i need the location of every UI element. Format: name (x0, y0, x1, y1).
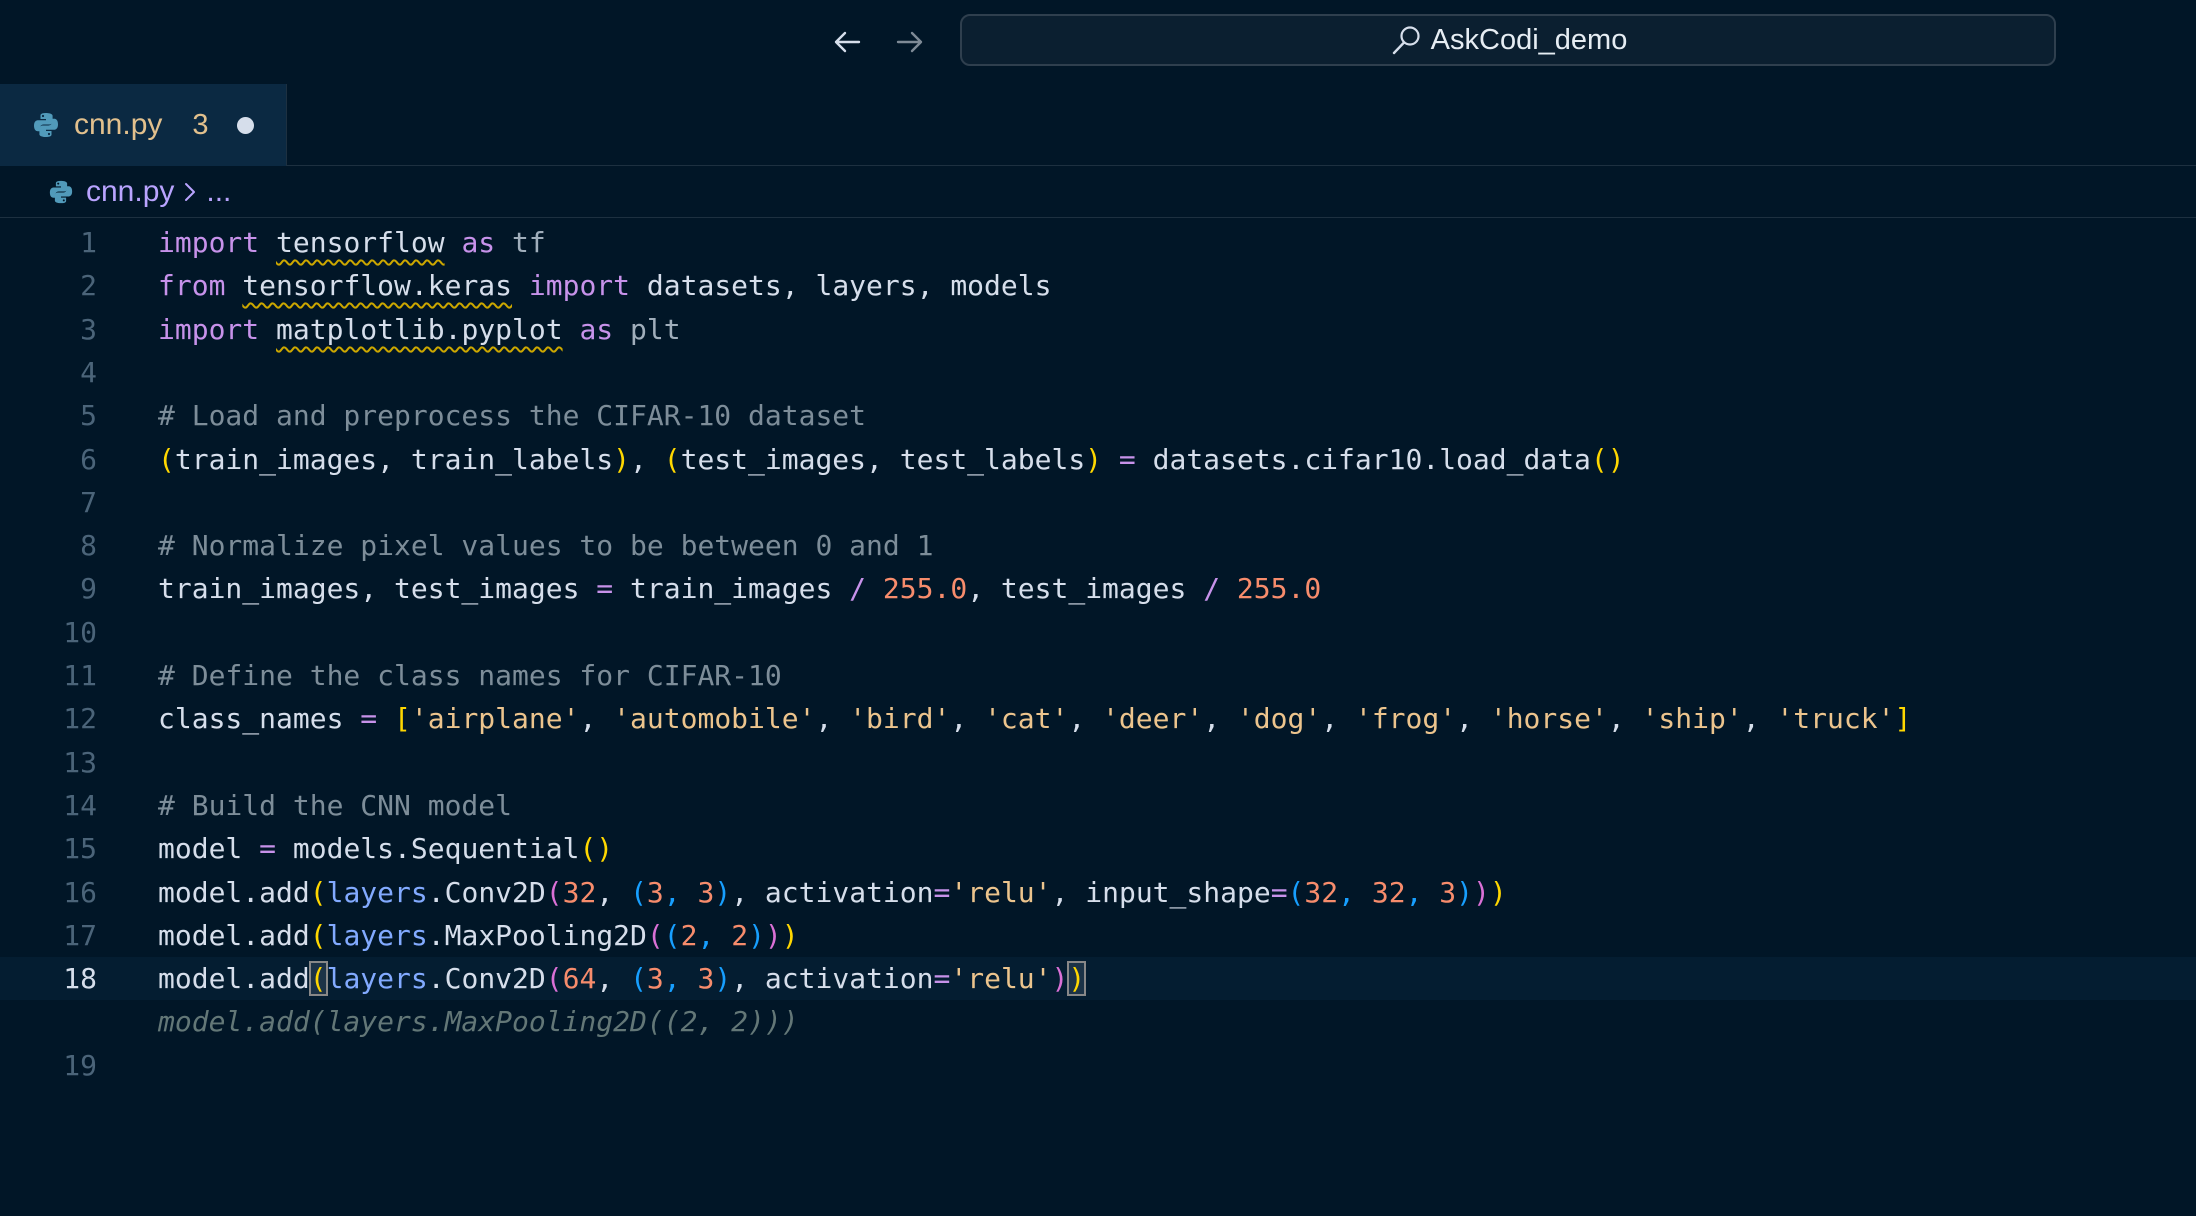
code-line[interactable]: 14 # Build the CNN model (0, 784, 2196, 827)
title-bar: AskCodi_demo (0, 0, 2196, 84)
line-number: 13 (63, 746, 97, 779)
command-center-search[interactable]: AskCodi_demo (960, 14, 2056, 66)
code-text: # Build the CNN model (158, 789, 513, 822)
code-line[interactable]: 13 (0, 741, 2196, 784)
chevron-right-icon (182, 179, 198, 205)
code-line[interactable]: 16 model.add(layers.Conv2D(32, (3, 3), ac… (0, 871, 2196, 914)
arrow-left-icon (834, 31, 861, 53)
code-line[interactable]: 3 import matplotlib.pyplot as plt (0, 308, 2196, 351)
code-line[interactable]: 2 from tensorflow.keras import datasets, … (0, 264, 2196, 307)
code-line[interactable]: 10 (0, 611, 2196, 654)
code-line[interactable]: 17 model.add(layers.MaxPooling2D((2, 2))) (0, 914, 2196, 957)
code-text: model = models.Sequential() (158, 832, 614, 865)
problems-count-badge: 3 (192, 108, 209, 141)
breadcrumb-symbols[interactable]: ... (206, 175, 231, 209)
line-number: 14 (63, 789, 97, 822)
code-editor[interactable]: 1 import tensorflow as tf 2 from tensorflow… (0, 221, 2196, 1216)
search-text: AskCodi_demo (1430, 23, 1628, 56)
line-number: 17 (63, 919, 97, 952)
tab-cnn-py[interactable]: cnn.py 3 (0, 84, 287, 166)
line-number: 4 (80, 356, 97, 389)
code-text: # Normalize pixel values to be between 0… (158, 529, 934, 562)
code-line[interactable]: 8 # Normalize pixel values to be between … (0, 524, 2196, 567)
code-text: # Define the class names for CIFAR-10 (158, 659, 782, 692)
breadcrumb: cnn.py ... (0, 166, 2196, 218)
code-text: model.add(layers.MaxPooling2D((2, 2))) (158, 919, 799, 952)
line-number: 7 (80, 486, 97, 519)
code-text: class_names = ['airplane', 'automobile',… (158, 702, 1912, 735)
line-number: 8 (80, 529, 97, 562)
code-line[interactable]: 18 model.add(layers.Conv2D(64, (3, 3), ac… (0, 957, 2196, 1000)
python-icon (48, 179, 74, 205)
python-icon (32, 111, 60, 139)
code-text: (train_images, train_labels), (test_imag… (158, 443, 1625, 476)
line-number: 2 (80, 269, 97, 302)
code-line[interactable]: 19 (0, 1044, 2196, 1087)
code-text: model.add(layers.Conv2D(32, (3, 3), acti… (158, 876, 1507, 909)
ghost-suggestion-text: model.add(layers.MaxPooling2D((2, 2))) (158, 1005, 799, 1038)
editor-tab-bar: cnn.py 3 (0, 84, 2196, 166)
line-number: 15 (63, 832, 97, 865)
line-number: 6 (80, 443, 97, 476)
code-text: # Load and preprocess the CIFAR-10 datas… (158, 399, 867, 432)
line-number: 3 (80, 313, 97, 346)
line-number: 1 (80, 226, 97, 259)
code-line[interactable]: 11 # Define the class names for CIFAR-10 (0, 654, 2196, 697)
arrow-right-icon (896, 31, 923, 53)
code-text: import tensorflow as tf (158, 226, 546, 259)
code-line[interactable]: 1 import tensorflow as tf (0, 221, 2196, 264)
line-number: 11 (63, 659, 97, 692)
breadcrumb-file[interactable]: cnn.py (86, 175, 174, 209)
line-number: 5 (80, 399, 97, 432)
code-text: from tensorflow.keras import datasets, l… (158, 269, 1052, 302)
forward-button[interactable] (890, 22, 930, 62)
code-line[interactable]: 6 (train_images, train_labels), (test_ima… (0, 438, 2196, 481)
back-button[interactable] (827, 22, 867, 62)
code-text: model.add(layers.Conv2D(64, (3, 3), acti… (158, 961, 1087, 996)
code-text: train_images, test_images = train_images… (158, 572, 1322, 605)
code-line[interactable]: 9 train_images, test_images = train_image… (0, 567, 2196, 610)
unsaved-dot-icon[interactable] (236, 116, 254, 134)
line-number: 16 (63, 876, 97, 909)
line-number: 19 (63, 1049, 97, 1082)
line-number: 10 (63, 616, 97, 649)
line-number: 9 (80, 572, 97, 605)
code-line[interactable]: 7 (0, 481, 2196, 524)
line-number: 12 (63, 702, 97, 735)
tab-label: cnn.py (74, 108, 163, 141)
search-icon (1389, 23, 1423, 57)
inline-suggestion-line[interactable]: model.add(layers.MaxPooling2D((2, 2))) (0, 1000, 2196, 1043)
line-number: 18 (63, 962, 97, 995)
code-line[interactable]: 15 model = models.Sequential() (0, 827, 2196, 870)
code-text: import matplotlib.pyplot as plt (158, 313, 681, 346)
code-line[interactable]: 5 # Load and preprocess the CIFAR-10 data… (0, 394, 2196, 437)
code-line[interactable]: 12 class_names = ['airplane', 'automobile… (0, 697, 2196, 740)
code-line[interactable]: 4 (0, 351, 2196, 394)
